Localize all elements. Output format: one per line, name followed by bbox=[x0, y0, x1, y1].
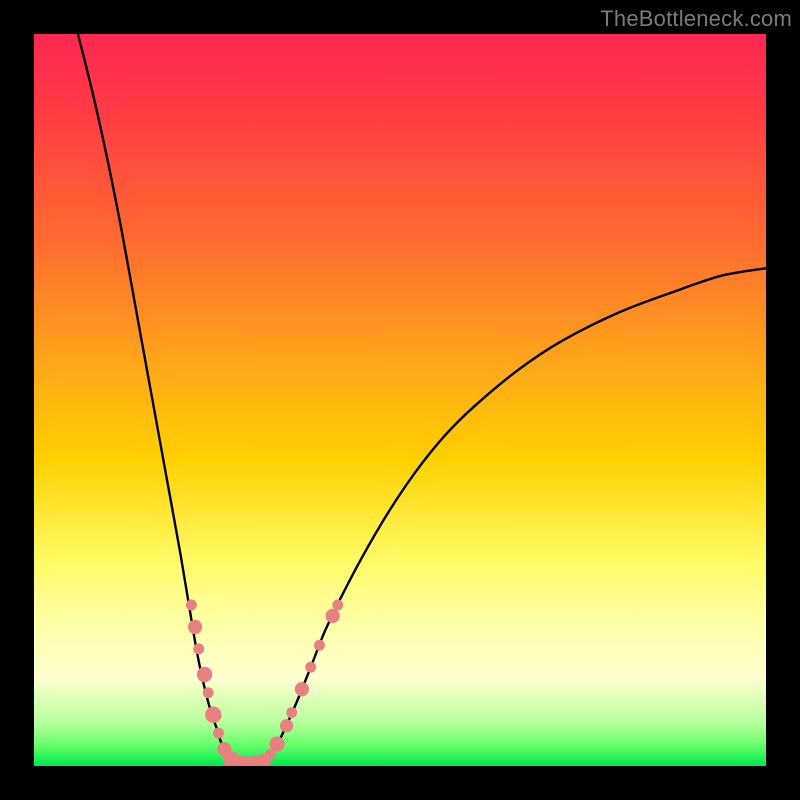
chart-frame: TheBottleneck.com bbox=[0, 0, 800, 800]
data-marker bbox=[188, 620, 202, 634]
data-marker bbox=[203, 687, 214, 698]
data-marker bbox=[193, 643, 204, 654]
curve-left bbox=[78, 34, 254, 766]
plot-area bbox=[34, 34, 766, 766]
data-marker bbox=[332, 599, 343, 610]
data-marker bbox=[280, 719, 293, 732]
data-marker bbox=[269, 736, 284, 751]
data-marker bbox=[305, 662, 316, 673]
data-marker bbox=[326, 609, 340, 623]
bottleneck-curve-svg bbox=[34, 34, 766, 766]
data-marker bbox=[205, 707, 221, 723]
watermark-text: TheBottleneck.com bbox=[600, 6, 792, 32]
data-marker bbox=[286, 707, 297, 718]
data-marker bbox=[186, 599, 197, 610]
curve-right bbox=[254, 268, 766, 766]
data-marker bbox=[213, 728, 224, 739]
data-marker bbox=[314, 640, 325, 651]
data-marker bbox=[295, 682, 309, 696]
data-marker bbox=[197, 667, 212, 682]
